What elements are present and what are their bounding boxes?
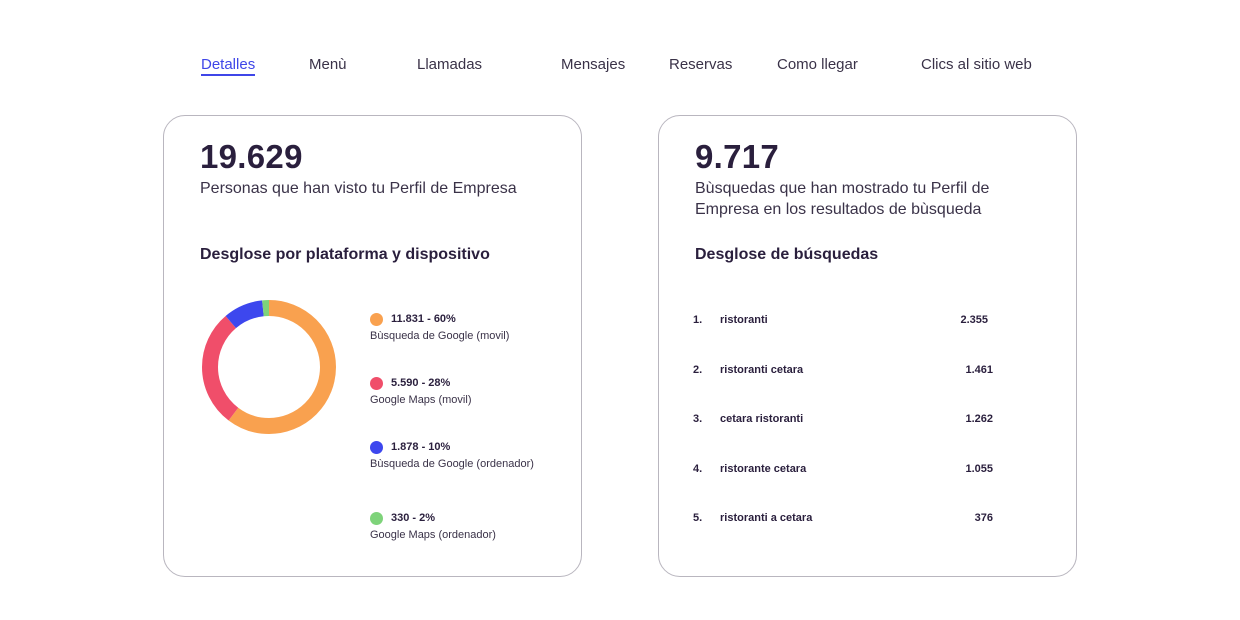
search-row: 5. ristoranti a cetara 376 bbox=[693, 512, 993, 528]
search-rank: 1. bbox=[693, 314, 703, 326]
searches-card: 9.717 Bùsquedas que han mostrado tu Perf… bbox=[658, 115, 1077, 577]
search-row: 4. ristorante cetara 1.055 bbox=[693, 463, 993, 479]
legend-dot bbox=[370, 441, 383, 454]
legend-value: 1.878 - 10% bbox=[391, 441, 451, 453]
tab-reservas[interactable]: Reservas bbox=[669, 56, 732, 73]
profile-views-card: 19.629 Personas que han visto tu Perfil … bbox=[163, 115, 582, 577]
search-breakdown-title: Desglose de búsquedas bbox=[695, 246, 879, 263]
search-count: 1.461 bbox=[965, 364, 993, 376]
profile-views-description: Personas que han visto tu Perfil de Empr… bbox=[200, 180, 517, 197]
search-rank: 2. bbox=[693, 364, 703, 376]
search-rank: 5. bbox=[693, 512, 703, 524]
tab-llamadas[interactable]: Llamadas bbox=[417, 56, 482, 73]
legend-label: Google Maps (ordenador) bbox=[370, 529, 496, 541]
legend-value: 5.590 - 28% bbox=[391, 377, 451, 389]
search-count: 2.355 bbox=[960, 314, 988, 326]
legend-label: Bùsqueda de Google (movil) bbox=[370, 330, 510, 342]
tab-detalles[interactable]: Detalles bbox=[201, 56, 256, 76]
legend-value: 330 - 2% bbox=[391, 512, 436, 524]
tab-como-llegar[interactable]: Como llegar bbox=[777, 56, 858, 73]
search-row: 1. ristoranti 2.355 bbox=[693, 314, 993, 330]
platform-breakdown-title: Desglose por plataforma y dispositivo bbox=[200, 246, 490, 263]
tab-mensajes[interactable]: Mensajes bbox=[561, 56, 625, 73]
search-row: 3. cetara ristoranti 1.262 bbox=[693, 413, 993, 429]
search-term: ristoranti bbox=[720, 314, 768, 326]
tab-menu[interactable]: Menù bbox=[309, 56, 347, 73]
search-count: 376 bbox=[974, 512, 993, 524]
platform-donut-chart bbox=[202, 300, 336, 434]
search-term: cetara ristoranti bbox=[720, 413, 804, 425]
search-count: 1.055 bbox=[965, 463, 993, 475]
legend-label: Google Maps (movil) bbox=[370, 394, 472, 406]
search-rank: 4. bbox=[693, 463, 703, 475]
search-count: 1.262 bbox=[965, 413, 993, 425]
search-row: 2. ristoranti cetara 1.461 bbox=[693, 364, 993, 380]
legend-dot bbox=[370, 512, 383, 525]
search-rank: 3. bbox=[693, 413, 703, 425]
profile-views-count: 19.629 bbox=[200, 138, 303, 175]
search-term: ristoranti a cetara bbox=[720, 512, 813, 524]
legend-value: 11.831 - 60% bbox=[391, 313, 456, 325]
legend-dot bbox=[370, 377, 383, 390]
tab-clics-sitio-web[interactable]: Clics al sitio web bbox=[921, 56, 1032, 73]
legend-dot bbox=[370, 313, 383, 326]
search-term: ristoranti cetara bbox=[720, 364, 804, 376]
searches-description: Bùsquedas que han mostrado tu Perfil de … bbox=[695, 180, 990, 218]
legend-label: Bùsqueda de Google (ordenador) bbox=[370, 458, 534, 470]
searches-count: 9.717 bbox=[695, 138, 780, 175]
search-term: ristorante cetara bbox=[720, 463, 807, 475]
